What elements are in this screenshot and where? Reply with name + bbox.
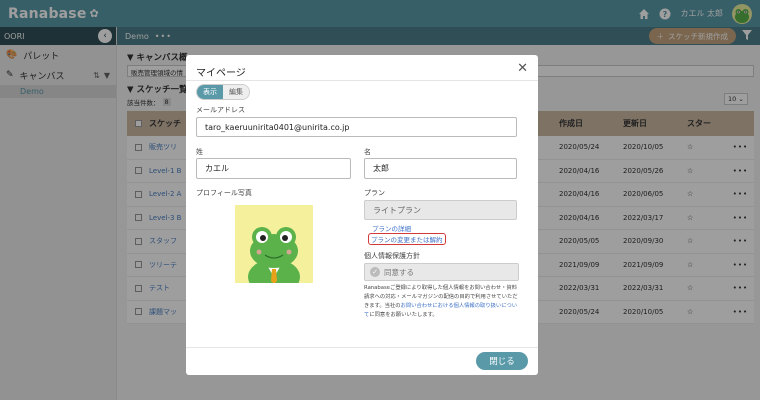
privacy-label: 個人情報保護方針 — [364, 252, 420, 260]
last-name-label: 姓 — [196, 148, 203, 156]
my-page-modal: マイページ ✕ 表示 編集 メールアドレス taro_kaeruunirita0… — [186, 55, 538, 375]
close-button[interactable]: 閉じる — [476, 352, 528, 370]
first-name-label: 名 — [364, 148, 371, 156]
email-label: メールアドレス — [196, 106, 245, 114]
consent-checkbox[interactable]: ✓ 同意する — [364, 263, 519, 281]
edit-toggle-button[interactable]: 編集 — [223, 85, 249, 99]
plan-label: プラン — [364, 189, 385, 197]
divider — [186, 347, 538, 348]
plan-change-link[interactable]: プランの変更または解約 — [368, 233, 446, 245]
last-name-field[interactable]: カエル — [196, 158, 351, 179]
view-edit-toggle: 表示 編集 — [196, 84, 250, 100]
close-icon[interactable]: ✕ — [517, 61, 528, 76]
check-icon: ✓ — [370, 267, 380, 277]
privacy-text: Ranabaseご登録により取得した個人情報をお問い合わせ・資料請求への対応・メ… — [364, 284, 522, 320]
photo-label: プロフィール写真 — [196, 189, 252, 197]
plan-field: ライトプラン — [364, 200, 517, 220]
privacy-text-part: に同意をお願いいたします。 — [369, 312, 438, 318]
first-name-field[interactable]: 太郎 — [364, 158, 517, 179]
profile-photo[interactable] — [235, 205, 313, 283]
modal-title: マイページ — [196, 68, 246, 79]
email-field[interactable]: taro_kaeruunirita0401@unirita.co.jp — [196, 117, 517, 137]
divider — [186, 80, 538, 81]
plan-details-link[interactable]: プランの詳細 — [372, 223, 411, 233]
consent-label: 同意する — [384, 267, 414, 277]
view-toggle-button[interactable]: 表示 — [197, 85, 223, 99]
